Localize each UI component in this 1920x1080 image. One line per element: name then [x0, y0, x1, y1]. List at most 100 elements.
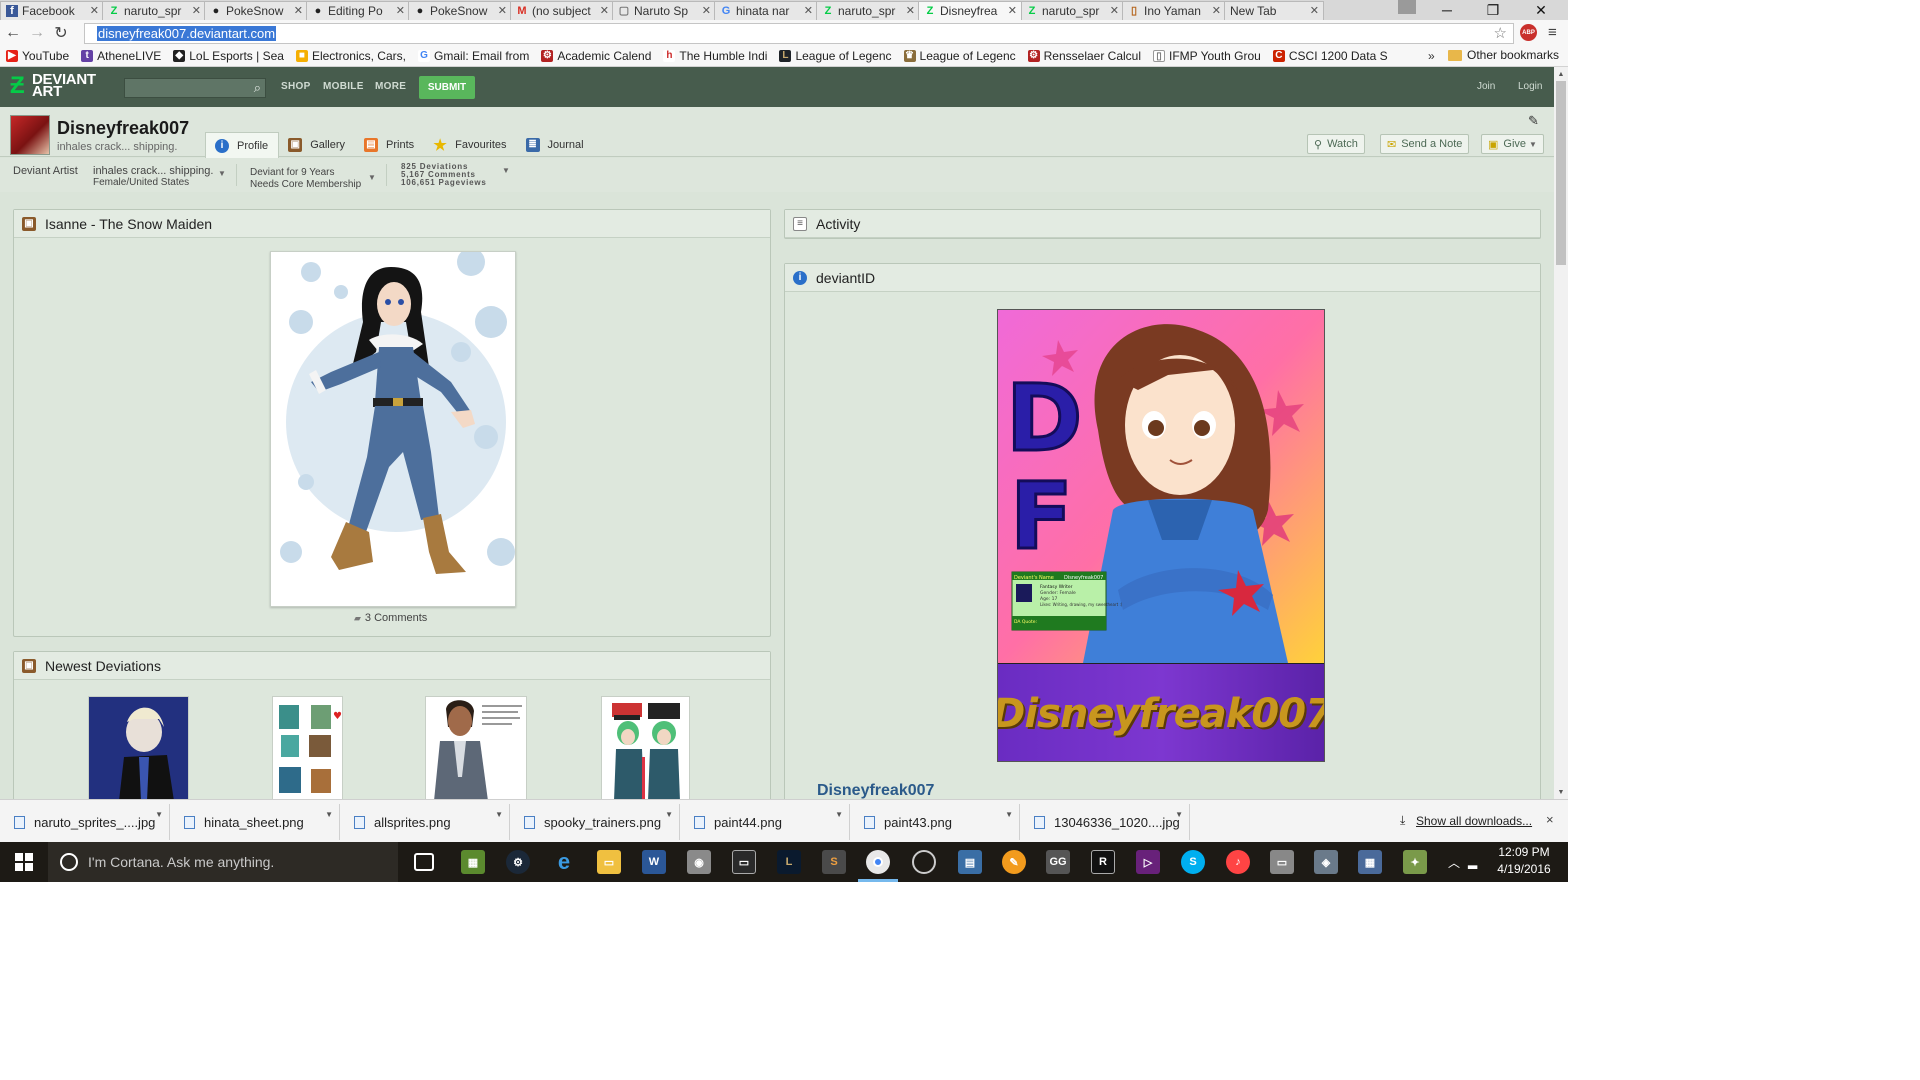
visual-studio-icon[interactable]: ▷ [1136, 850, 1160, 874]
activity-title[interactable]: Activity [816, 216, 860, 232]
close-window-icon[interactable]: ✕ [1518, 0, 1564, 20]
download-item[interactable]: paint44.png ▼ [682, 804, 850, 840]
deviation-thumbnail[interactable] [425, 696, 527, 799]
deviantid-title[interactable]: deviantID [816, 270, 875, 286]
download-item[interactable]: allsprites.png ▼ [342, 804, 510, 840]
obs-icon[interactable] [912, 850, 936, 874]
newest-title[interactable]: Newest Deviations [45, 658, 161, 674]
deviantart-logo[interactable]: Ƶ DEVIANT ART [10, 72, 96, 99]
close-icon[interactable]: ✕ [396, 4, 405, 17]
start-button[interactable] [0, 842, 48, 882]
profile-icon[interactable] [1398, 0, 1416, 14]
steam-icon[interactable]: ⚙ [506, 850, 530, 874]
browser-tab[interactable]: Znaruto_spr ✕ [816, 1, 920, 20]
skype-icon[interactable]: S [1181, 850, 1205, 874]
deviation-thumbnail[interactable] [88, 696, 189, 799]
scrollbar-thumb[interactable] [1556, 81, 1566, 265]
browser-tab[interactable]: M (no subject ✕ [510, 1, 614, 20]
bookmark-academic-calendar[interactable]: ⚙ Academic Calend [541, 49, 651, 63]
comments-link[interactable]: ▰ 3 Comments [354, 612, 427, 624]
scroll-down-icon[interactable]: ▼ [1554, 785, 1568, 799]
restore-icon[interactable]: ❐ [1470, 0, 1516, 20]
scroll-up-icon[interactable]: ▲ [1554, 67, 1568, 81]
bookmark-athenelive[interactable]: t AtheneLIVE [81, 49, 161, 63]
browser-tab[interactable]: ● PokeSnow ✕ [408, 1, 512, 20]
chevron-down-icon[interactable]: ▼ [835, 810, 843, 819]
bookmark-youtube[interactable]: ▶ YouTube [6, 49, 69, 63]
search-icon[interactable]: ⌕ [254, 80, 261, 96]
tab-gallery[interactable]: ▣ Gallery [279, 132, 355, 157]
close-icon[interactable]: ✕ [498, 4, 507, 17]
browser-tab[interactable]: ● PokeSnow ✕ [204, 1, 308, 20]
browser-tab[interactable]: Ghinata nar ✕ [714, 1, 818, 20]
app-icon[interactable]: ◉ [687, 850, 711, 874]
close-icon[interactable]: ✕ [702, 4, 711, 17]
give-button[interactable]: ▣ Give ▼ [1481, 134, 1544, 154]
edge-icon[interactable]: e [552, 849, 576, 874]
sublime-icon[interactable]: S [822, 850, 846, 874]
network-icon[interactable]: ▂ [1468, 842, 1477, 882]
reload-icon[interactable]: ↻ [50, 22, 72, 44]
tab-journal[interactable]: ≣ Journal [517, 132, 594, 157]
close-icon[interactable]: ✕ [1310, 4, 1319, 17]
chevron-down-icon[interactable]: ▼ [218, 169, 226, 178]
tab-prints[interactable]: ▤ Prints [355, 132, 424, 157]
deviation-thumbnail[interactable] [601, 696, 690, 799]
chevron-down-icon[interactable]: ▼ [1175, 810, 1183, 819]
task-view-icon[interactable] [414, 853, 434, 871]
browser-tab[interactable]: ● Editing Po ✕ [306, 1, 410, 20]
close-icon[interactable]: ✕ [600, 4, 609, 17]
nav-shop[interactable]: SHOP [281, 81, 311, 92]
browser-tab-active[interactable]: Z Disneyfrea ✕ [918, 1, 1022, 20]
tab-favourites[interactable]: ★ Favourites [424, 132, 516, 157]
r-icon[interactable]: R [1091, 850, 1115, 874]
tab-profile[interactable]: i Profile [205, 132, 280, 158]
nav-more[interactable]: MORE [375, 81, 406, 92]
chevron-down-icon[interactable]: ▼ [502, 166, 510, 175]
bookmark-rensselaer[interactable]: ⚙ Rensselaer Calcul [1027, 49, 1141, 63]
bookmark-lol-esports[interactable]: ◆ LoL Esports | Sea [173, 49, 284, 63]
chevron-down-icon[interactable]: ▼ [155, 810, 163, 819]
firealpaca-icon[interactable]: ✎ [1002, 850, 1026, 874]
app-icon[interactable]: GG [1046, 850, 1070, 874]
control-panel-icon[interactable]: ▤ [958, 850, 982, 874]
minimize-icon[interactable]: ─ [1424, 0, 1470, 20]
deviantid-username-link[interactable]: Disneyfreak007 [817, 782, 934, 799]
close-icon[interactable]: ✕ [1212, 4, 1221, 17]
browser-tab[interactable]: Znaruto_spr ✕ [1020, 1, 1124, 20]
nav-mobile[interactable]: MOBILE [323, 81, 364, 92]
deviation-thumbnail[interactable]: ♥ [272, 696, 343, 799]
chevron-down-icon[interactable]: ▼ [495, 810, 503, 819]
bookmark-csci[interactable]: C CSCI 1200 Data S [1272, 49, 1388, 63]
taskbar-clock[interactable]: 12:09 PM 4/19/2016 [1492, 844, 1556, 878]
profile-username[interactable]: Disneyfreak007 [57, 118, 189, 139]
close-icon[interactable]: ✕ [90, 4, 99, 17]
join-link[interactable]: Join [1477, 81, 1495, 92]
bookmark-league-1[interactable]: L League of Legenc [779, 49, 892, 63]
featured-title[interactable]: Isanne - The Snow Maiden [45, 216, 212, 232]
app-icon[interactable]: ▭ [1270, 850, 1294, 874]
close-icon[interactable]: ✕ [192, 4, 201, 17]
league-icon[interactable]: L [777, 850, 801, 874]
address-bar[interactable]: disneyfreak007.deviantart.com ☆ [84, 23, 1514, 44]
browser-tab[interactable]: New Tab ✕ [1224, 1, 1324, 20]
chevron-down-icon[interactable]: ▼ [665, 810, 673, 819]
download-item[interactable]: hinata_sheet.png ▼ [172, 804, 340, 840]
browser-tab[interactable]: ▢ Naruto Sp ✕ [612, 1, 716, 20]
download-item[interactable]: paint43.png ▼ [852, 804, 1020, 840]
menu-icon[interactable]: ≡ [1548, 24, 1557, 41]
paint-icon[interactable]: ▦ [1358, 850, 1382, 874]
terminal-icon[interactable]: ▭ [732, 850, 756, 874]
close-icon[interactable]: ✕ [804, 4, 813, 17]
login-link[interactable]: Login [1518, 81, 1542, 92]
chevron-down-icon[interactable]: ▼ [325, 810, 333, 819]
close-icon[interactable]: × [1546, 812, 1554, 827]
browser-tab[interactable]: ▯ Ino Yaman ✕ [1122, 1, 1226, 20]
membership-info[interactable]: Deviant for 9 Years Needs Core Membershi… [250, 167, 361, 191]
send-note-button[interactable]: ✉ Send a Note [1380, 134, 1470, 154]
other-bookmarks-folder[interactable]: Other bookmarks [1448, 48, 1559, 62]
profile-counts[interactable]: 825 Deviations 5,167 Comments 106,651 Pa… [401, 163, 487, 187]
browser-tab[interactable]: f Facebook ✕ [0, 1, 104, 20]
download-item[interactable]: naruto_sprites_....jpg ▼ [2, 804, 170, 840]
close-icon[interactable]: ✕ [294, 4, 303, 17]
